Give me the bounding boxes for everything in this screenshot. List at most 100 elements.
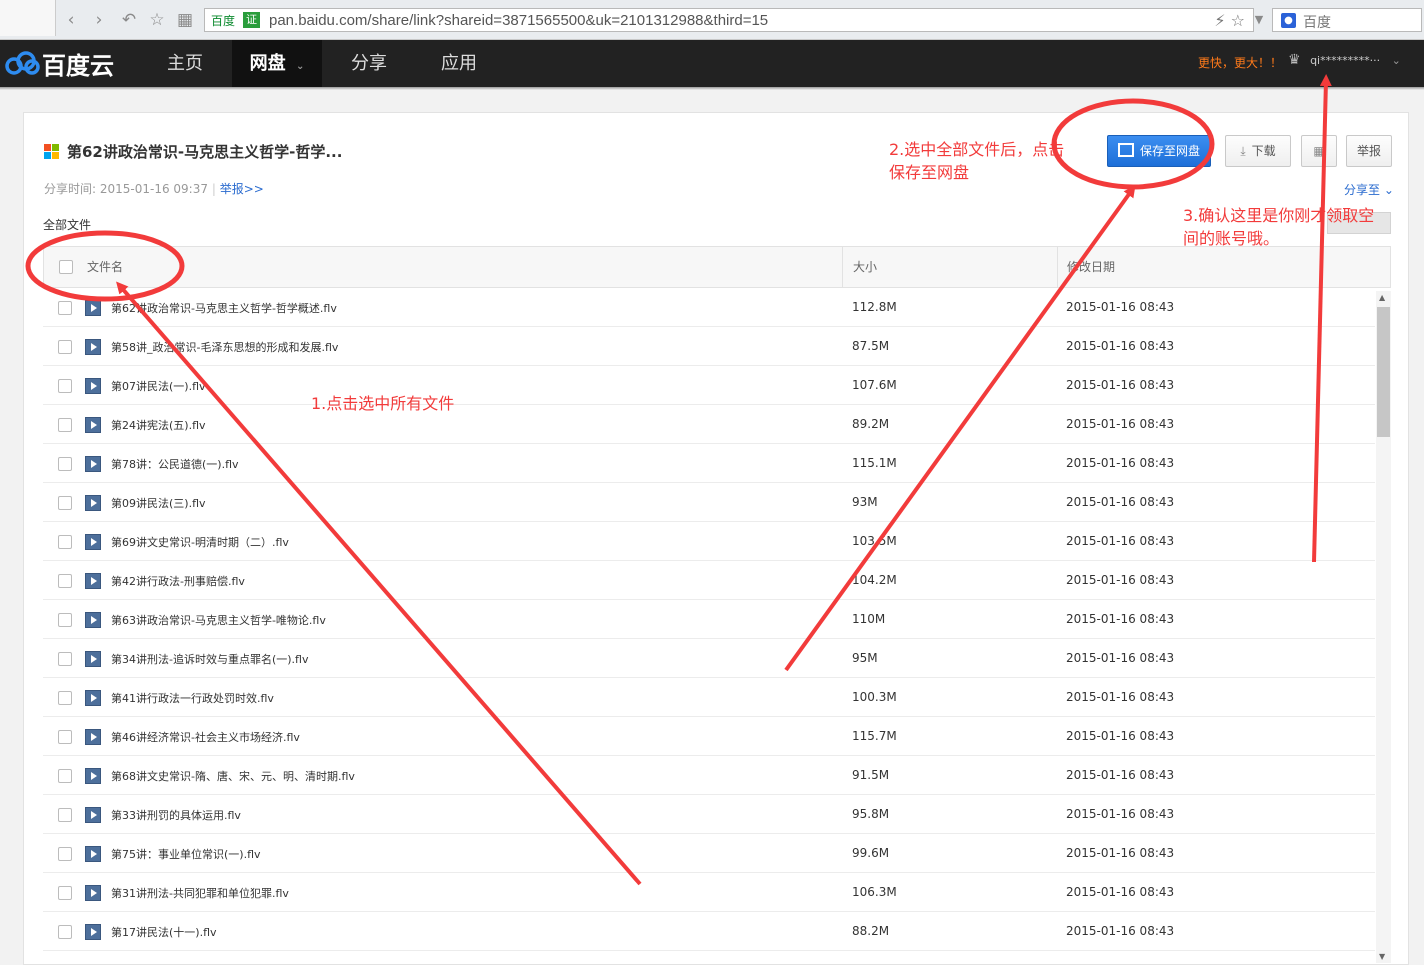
row-checkbox[interactable] <box>58 691 72 705</box>
table-row[interactable]: 第34讲刑法-追诉时效与重点罪名(一).flv 95M 2015-01-16 08:… <box>43 639 1375 678</box>
file-name[interactable]: 第24讲宪法(五).flv <box>111 417 206 433</box>
nav-item-share[interactable]: 分享 <box>334 40 404 87</box>
file-name[interactable]: 第46讲经济常识-社会主义市场经济.flv <box>111 729 300 745</box>
table-row[interactable]: 第69讲文史常识-明清时期（二）.flv 103.5M 2015-01-16 08:… <box>43 522 1375 561</box>
undo-icon[interactable]: ↶ <box>118 9 140 31</box>
browser-profile-tab[interactable] <box>0 0 56 36</box>
file-name[interactable]: 第33讲刑罚的具体运用.flv <box>111 807 241 823</box>
table-row[interactable]: 第63讲政治常识-马克思主义哲学-唯物论.flv 110M 2015-01-16 0… <box>43 600 1375 639</box>
table-row[interactable]: 第31讲刑法-共同犯罪和单位犯罪.flv 106.3M 2015-01-16 08:… <box>43 873 1375 912</box>
row-checkbox[interactable] <box>58 652 72 666</box>
search-box[interactable]: ● 百度 <box>1272 8 1422 32</box>
save-to-netdisk-button[interactable]: 保存至网盘 <box>1107 135 1211 167</box>
share-meta: 分享时间: 2015-01-16 09:37 | 举报>> <box>44 182 264 196</box>
column-date[interactable]: 修改日期 <box>1067 247 1115 287</box>
file-name[interactable]: 第75讲：事业单位常识(一).flv <box>111 846 261 862</box>
grid-icon[interactable]: ▦ <box>174 9 196 31</box>
scroll-thumb[interactable] <box>1377 307 1390 437</box>
promo-link[interactable]: 更快，更大！！ <box>1198 54 1282 71</box>
row-checkbox[interactable] <box>58 457 72 471</box>
report-button[interactable]: 举报 <box>1346 135 1392 167</box>
file-name[interactable]: 第68讲文史常识-隋、唐、宋、元、明、清时期.flv <box>111 768 355 784</box>
row-checkbox[interactable] <box>58 418 72 432</box>
file-name[interactable]: 第69讲文史常识-明清时期（二）.flv <box>111 534 289 550</box>
table-row[interactable]: 第68讲文史常识-隋、唐、宋、元、明、清时期.flv 91.5M 2015-01-1… <box>43 756 1375 795</box>
table-row[interactable]: 第33讲刑罚的具体运用.flv 95.8M 2015-01-16 08:43 <box>43 795 1375 834</box>
row-checkbox[interactable] <box>58 925 72 939</box>
column-size[interactable]: 大小 <box>853 247 877 287</box>
chevron-down-icon: ⌄ <box>1391 54 1401 67</box>
table-row[interactable]: 第58讲_政治常识-毛泽东思想的形成和发展.flv 87.5M 2015-01-16… <box>43 327 1375 366</box>
column-filename[interactable]: 文件名 <box>87 247 123 287</box>
share-to-dropdown[interactable]: 分享至 ⌄ <box>1344 181 1394 198</box>
row-checkbox[interactable] <box>58 535 72 549</box>
file-name[interactable]: 第07讲民法(一).flv <box>111 378 206 394</box>
scrollbar[interactable]: ▲ ▼ <box>1376 291 1391 963</box>
annotation-step1: 1.点击选中所有文件 <box>311 394 455 413</box>
bookmark-star-icon[interactable]: ⚡ ☆ <box>1214 11 1245 30</box>
table-row[interactable]: 第07讲民法(一).flv 107.6M 2015-01-16 08:43 <box>43 366 1375 405</box>
user-menu[interactable]: ♛ qi*********··· ⌄ <box>1288 52 1401 68</box>
row-checkbox[interactable] <box>58 730 72 744</box>
table-row[interactable]: 第09讲民法(三).flv 93M 2015-01-16 08:43 <box>43 483 1375 522</box>
folder-type-icon <box>44 144 59 159</box>
file-name[interactable]: 第31讲刑法-共同犯罪和单位犯罪.flv <box>111 885 289 901</box>
dropdown-arrow-icon[interactable]: ▼ <box>1248 9 1270 31</box>
file-size: 104.2M <box>852 573 897 587</box>
table-row[interactable]: 第24讲宪法(五).flv 89.2M 2015-01-16 08:43 <box>43 405 1375 444</box>
back-icon[interactable]: ‹ <box>60 9 82 31</box>
file-date: 2015-01-16 08:43 <box>1066 534 1175 548</box>
file-name[interactable]: 第09讲民法(三).flv <box>111 495 206 511</box>
annotation-step2-line2: 保存至网盘 <box>889 163 970 182</box>
annotation-step3-line2: 间的账号哦。 <box>1183 229 1280 248</box>
file-name[interactable]: 第42讲行政法-刑事赔偿.flv <box>111 573 245 589</box>
file-name[interactable]: 第78讲：公民道德(一).flv <box>111 456 239 472</box>
forward-icon[interactable]: › <box>88 9 110 31</box>
file-name[interactable]: 第58讲_政治常识-毛泽东思想的形成和发展.flv <box>111 339 338 355</box>
table-row[interactable]: 第62讲政治常识-马克思主义哲学-哲学概述.flv 112.8M 2015-01-1… <box>43 288 1375 327</box>
download-button[interactable]: ⤓ 下载 <box>1225 135 1291 167</box>
video-file-icon <box>85 729 101 745</box>
row-checkbox[interactable] <box>58 847 72 861</box>
file-name[interactable]: 第41讲行政法一行政处罚时效.flv <box>111 690 274 706</box>
address-bar[interactable]: 百度 证 pan.baidu.com/share/link?shareid=38… <box>204 8 1254 32</box>
url-text[interactable]: pan.baidu.com/share/link?shareid=3871565… <box>269 12 768 29</box>
file-name[interactable]: 第63讲政治常识-马克思主义哲学-唯物论.flv <box>111 612 326 628</box>
report-link[interactable]: 举报>> <box>220 182 264 196</box>
nav-item-home[interactable]: 主页 <box>150 40 220 87</box>
file-date: 2015-01-16 08:43 <box>1066 768 1175 782</box>
nav-item-netdisk[interactable]: 网盘 ⌄ <box>232 40 322 87</box>
row-checkbox[interactable] <box>58 496 72 510</box>
scroll-up-icon[interactable]: ▲ <box>1379 293 1385 302</box>
column-divider <box>842 247 843 287</box>
file-name[interactable]: 第34讲刑法-追诉时效与重点罪名(一).flv <box>111 651 308 667</box>
table-row[interactable]: 第41讲行政法一行政处罚时效.flv 100.3M 2015-01-16 08:43 <box>43 678 1375 717</box>
file-size: 107.6M <box>852 378 897 392</box>
select-all-checkbox[interactable] <box>59 260 73 274</box>
video-file-icon <box>85 924 101 940</box>
video-file-icon <box>85 495 101 511</box>
table-row[interactable]: 第46讲经济常识-社会主义市场经济.flv 115.7M 2015-01-16 08… <box>43 717 1375 756</box>
cloud-logo-icon <box>5 51 40 75</box>
row-checkbox[interactable] <box>58 613 72 627</box>
row-checkbox[interactable] <box>58 301 72 315</box>
table-row[interactable]: 第42讲行政法-刑事赔偿.flv 104.2M 2015-01-16 08:43 <box>43 561 1375 600</box>
row-checkbox[interactable] <box>58 574 72 588</box>
star-icon[interactable]: ☆ <box>146 9 168 31</box>
row-checkbox[interactable] <box>58 886 72 900</box>
breadcrumb[interactable]: 全部文件 <box>43 216 91 233</box>
nav-item-apps[interactable]: 应用 <box>424 40 494 87</box>
logo[interactable]: 百度云 <box>4 48 114 80</box>
file-name[interactable]: 第17讲民法(十一).flv <box>111 924 217 940</box>
row-checkbox[interactable] <box>58 808 72 822</box>
row-checkbox[interactable] <box>58 379 72 393</box>
file-name[interactable]: 第62讲政治常识-马克思主义哲学-哲学概述.flv <box>111 300 337 316</box>
row-checkbox[interactable] <box>58 340 72 354</box>
table-row[interactable]: 第17讲民法(十一).flv 88.2M 2015-01-16 08:43 <box>43 912 1375 951</box>
scroll-down-icon[interactable]: ▼ <box>1379 952 1385 961</box>
table-row[interactable]: 第75讲：事业单位常识(一).flv 99.6M 2015-01-16 08:43 <box>43 834 1375 873</box>
qr-code-button[interactable]: ▦ <box>1301 135 1337 167</box>
table-row[interactable]: 第78讲：公民道德(一).flv 115.1M 2015-01-16 08:43 <box>43 444 1375 483</box>
row-checkbox[interactable] <box>58 769 72 783</box>
file-size: 112.8M <box>852 300 897 314</box>
